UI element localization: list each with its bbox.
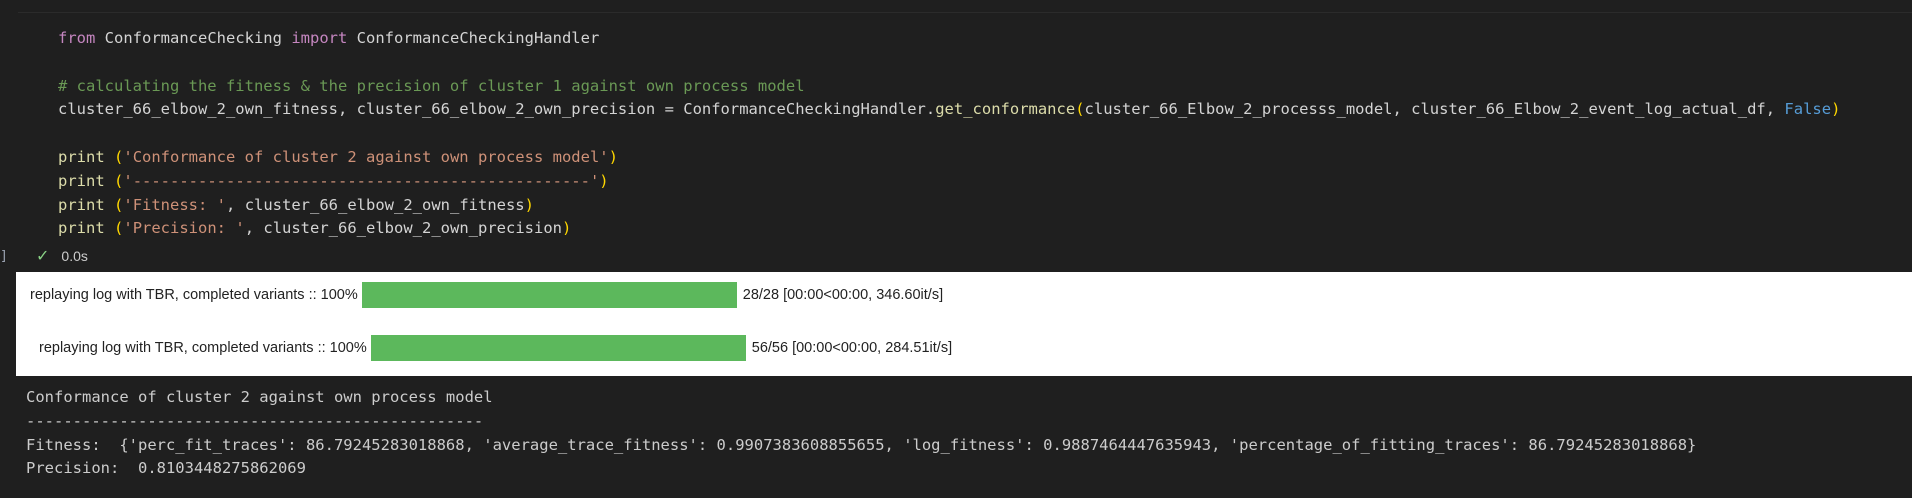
print-fn: print — [58, 219, 105, 238]
execution-duration: 0.0s — [61, 248, 88, 264]
var-precision: cluster_66_elbow_2_own_precision — [263, 219, 562, 238]
progress-label: replaying log with TBR, completed varian… — [39, 340, 367, 356]
code-cell[interactable]: from ConformanceChecking import Conforma… — [18, 12, 1912, 272]
paren-close: ) — [1831, 100, 1841, 119]
check-icon: ✓ — [36, 248, 50, 265]
progress-output: replaying log with TBR, completed varian… — [16, 272, 1912, 376]
print-fn: print — [58, 147, 105, 166]
output-line: Precision: 0.8103448275862069 — [26, 459, 306, 478]
module-name: ConformanceChecking — [104, 29, 282, 47]
code-comment: # calculating the fitness & the precisio… — [58, 76, 805, 95]
execution-status: ✓ 0.0s — [36, 246, 88, 266]
code-editor[interactable]: from ConformanceChecking import Conforma… — [58, 27, 1840, 241]
string-separator: '---------------------------------------… — [123, 171, 600, 190]
code-line-print-1: print ('Conformance of cluster 2 against… — [58, 147, 618, 166]
cell-gutter-marker: ] — [0, 249, 8, 264]
progress-row-2: replaying log with TBR, completed varian… — [39, 335, 952, 361]
print-fn: print — [58, 171, 105, 190]
call-object: ConformanceCheckingHandler. — [683, 100, 936, 119]
keyword-import: import — [291, 29, 348, 47]
imported-class: ConformanceCheckingHandler — [356, 29, 600, 47]
call-function: get_conformance — [935, 100, 1076, 119]
call-args: cluster_66_Elbow_2_processs_model, clust… — [1084, 100, 1785, 119]
code-line-print-3: print ('Fitness: ', cluster_66_elbow_2_o… — [58, 195, 534, 214]
progress-bar — [370, 335, 746, 361]
assign-operator: = — [655, 100, 684, 119]
progress-bar — [361, 282, 737, 308]
code-line-1: from ConformanceChecking import Conforma… — [58, 29, 599, 47]
const-false: False — [1784, 100, 1832, 119]
progress-row-1: replaying log with TBR, completed varian… — [30, 282, 943, 308]
string-fitness: 'Fitness: ' — [123, 195, 227, 214]
progress-bar-fill — [370, 335, 746, 361]
assign-targets: cluster_66_elbow_2_own_fitness, cluster_… — [58, 100, 656, 119]
code-line-assign: cluster_66_elbow_2_own_fitness, cluster_… — [58, 100, 1840, 118]
keyword-from: from — [58, 29, 96, 47]
output-line: Conformance of cluster 2 against own pro… — [26, 388, 493, 406]
code-line-print-4: print ('Precision: ', cluster_66_elbow_2… — [58, 219, 572, 238]
output-line: Fitness: {'perc_fit_traces': 86.79245283… — [26, 435, 1697, 454]
progress-stats: 56/56 [00:00<00:00, 284.51it/s] — [751, 340, 953, 356]
print-fn: print — [58, 195, 105, 214]
progress-label: replaying log with TBR, completed varian… — [30, 287, 358, 303]
text-output: Conformance of cluster 2 against own pro… — [26, 386, 1696, 481]
string-title: 'Conformance of cluster 2 against own pr… — [123, 147, 609, 166]
output-line: ----------------------------------------… — [26, 411, 484, 430]
string-precision: 'Precision: ' — [123, 219, 245, 238]
paren-open: ( — [1075, 100, 1085, 119]
progress-bar-fill — [361, 282, 737, 308]
progress-stats: 28/28 [00:00<00:00, 346.60it/s] — [742, 287, 944, 303]
code-line-print-2: print ('--------------------------------… — [58, 171, 609, 190]
var-fitness: cluster_66_elbow_2_own_fitness — [244, 195, 525, 214]
